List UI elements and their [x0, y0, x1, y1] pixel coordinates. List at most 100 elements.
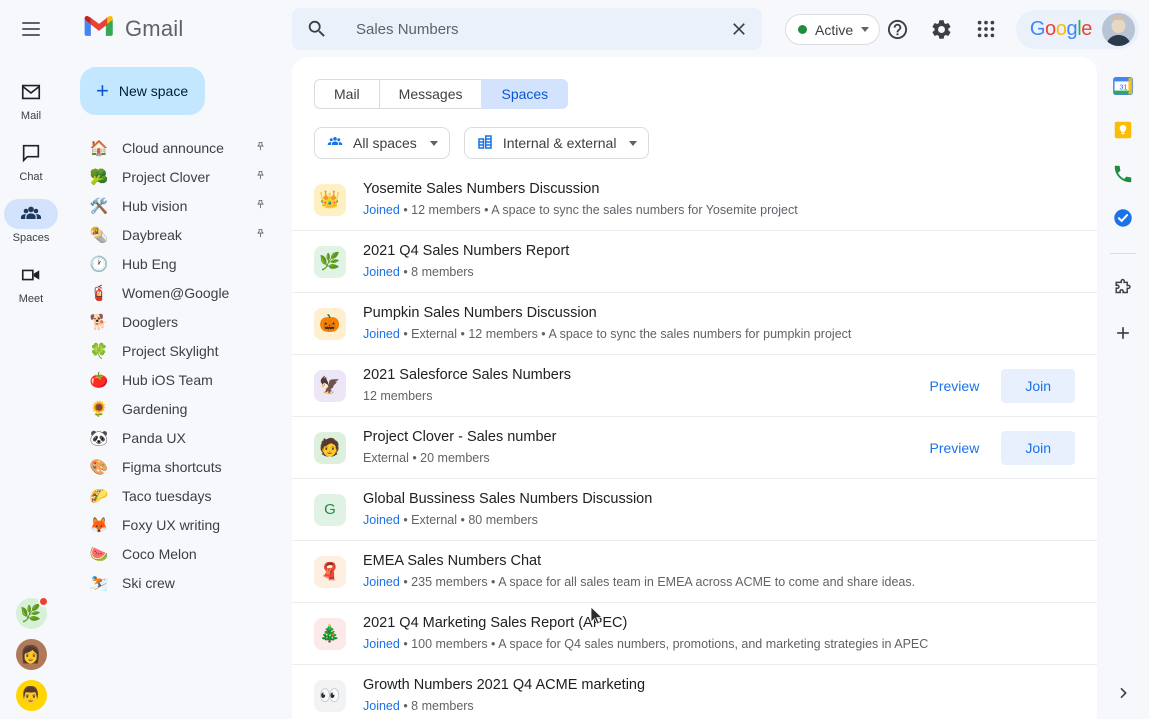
result-title: Project Clover - Sales number [363, 428, 920, 447]
sidebar-space-item[interactable]: 🕐 Hub Eng [62, 249, 292, 278]
sidebar-space-item[interactable]: 🐕Dooglers [62, 307, 292, 336]
space-emoji-icon: 🍉 [88, 545, 110, 563]
avatar-image: 👩 [16, 639, 47, 670]
chevron-down-icon [629, 141, 637, 146]
sidebar-space-item[interactable]: 🥦Project Clover [62, 162, 292, 191]
space-name-label: Hub Eng [122, 256, 176, 272]
google-account-pill[interactable]: Google [1016, 10, 1139, 49]
space-name-label: Project Clover [122, 169, 210, 185]
sidebar-space-item[interactable]: 🌮Taco tuesdays [62, 481, 292, 510]
rail-label: Meet [19, 293, 43, 305]
rail-avatar-list: 🌿 👩 👨 [0, 598, 62, 711]
gmail-brand[interactable]: Gmail [84, 15, 183, 43]
sidebar-space-item[interactable]: 🐼Panda UX [62, 423, 292, 452]
result-meta: Joined • 8 members [363, 697, 1075, 715]
pin-icon[interactable] [255, 140, 266, 156]
space-result-row[interactable]: 👀Growth Numbers 2021 Q4 ACME marketingJo… [292, 665, 1097, 719]
result-meta: Joined • External • 80 members [363, 511, 1075, 529]
sidebar-space-item[interactable]: 🦊Foxy UX writing [62, 510, 292, 539]
search-bar[interactable] [292, 8, 762, 50]
hamburger-menu-icon[interactable] [11, 9, 51, 49]
sidebar-item-chat[interactable]: Chat [2, 132, 60, 187]
space-avatar-icon: 🎃 [314, 308, 346, 340]
result-body: Growth Numbers 2021 Q4 ACME marketingJoi… [363, 676, 1075, 715]
join-button[interactable]: Join [1001, 369, 1075, 403]
avatar[interactable] [1102, 13, 1135, 46]
status-dot [798, 25, 807, 34]
space-result-row[interactable]: 🌿2021 Q4 Sales Numbers ReportJoined • 8 … [292, 231, 1097, 293]
sidebar-space-item[interactable]: 🛠️Hub vision [62, 191, 292, 220]
avatar[interactable]: 👨 [16, 680, 47, 711]
chat-bubble-icon [4, 138, 58, 168]
tab-mail[interactable]: Mail [314, 79, 379, 109]
sidebar-space-item[interactable]: ⛷️Ski crew [62, 568, 292, 597]
preview-button[interactable]: Preview [920, 372, 990, 400]
sidebar-item-spaces[interactable]: Spaces [2, 193, 60, 248]
filter-all-spaces[interactable]: All spaces [314, 127, 450, 159]
sidebar-item-meet[interactable]: Meet [2, 254, 60, 309]
sidebar-space-item[interactable]: 🌯Daybreak [62, 220, 292, 249]
rail-label: Chat [19, 171, 42, 183]
google-tasks-icon[interactable] [1110, 205, 1136, 231]
joined-label: Joined [363, 575, 400, 589]
divider [1110, 253, 1136, 254]
sidebar-space-item[interactable]: 🎨Figma shortcuts [62, 452, 292, 481]
result-meta: Joined • 235 members • A space for all s… [363, 573, 1075, 591]
space-result-row[interactable]: 👑Yosemite Sales Numbers DiscussionJoined… [292, 169, 1097, 231]
avatar[interactable]: 👩 [16, 639, 47, 670]
sidebar-space-item[interactable]: 🍅Hub iOS Team [62, 365, 292, 394]
rail-label: Mail [21, 110, 41, 122]
sidebar-space-item[interactable]: 🍀Project Skylight [62, 336, 292, 365]
sidebar-space-item[interactable]: 🧯Women@Google [62, 278, 292, 307]
space-result-row[interactable]: 🎄2021 Q4 Marketing Sales Report (APEC)Jo… [292, 603, 1097, 665]
result-meta-text: • 100 members • A space for Q4 sales num… [400, 637, 928, 651]
result-body: Yosemite Sales Numbers DiscussionJoined … [363, 180, 1075, 219]
gear-icon[interactable] [922, 9, 962, 49]
space-result-row[interactable]: GGlobal Bussiness Sales Numbers Discussi… [292, 479, 1097, 541]
status-chip-active[interactable]: Active [785, 14, 880, 45]
space-avatar-icon: 🧑 [314, 432, 346, 464]
expand-panel-button[interactable] [1107, 677, 1139, 709]
pin-icon[interactable] [255, 169, 266, 185]
puzzle-addon-icon[interactable] [1110, 276, 1136, 302]
result-body: Project Clover - Sales number External • … [363, 428, 920, 467]
help-icon[interactable] [878, 9, 918, 49]
filter-internal-external[interactable]: Internal & external [464, 127, 650, 159]
google-voice-icon[interactable] [1110, 161, 1136, 187]
space-result-row[interactable]: 🧑 Project Clover - Sales number External •… [292, 417, 1097, 479]
search-input[interactable] [354, 20, 724, 39]
join-button[interactable]: Join [1001, 431, 1075, 465]
space-result-row[interactable]: 🎃Pumpkin Sales Numbers DiscussionJoined … [292, 293, 1097, 355]
close-icon[interactable] [724, 14, 754, 44]
result-meta-text: External • 20 members [363, 451, 490, 465]
pin-icon[interactable] [255, 198, 266, 214]
tab-messages[interactable]: Messages [379, 79, 482, 109]
sidebar-item-mail[interactable]: Mail [2, 71, 60, 126]
space-result-row[interactable]: 🧣EMEA Sales Numbers ChatJoined • 235 mem… [292, 541, 1097, 603]
space-name-label: Dooglers [122, 314, 178, 330]
apps-grid-icon[interactable] [966, 9, 1006, 49]
google-calendar-icon[interactable]: 31 [1110, 73, 1136, 99]
avatar[interactable]: 🌿 [16, 598, 47, 629]
joined-label: Joined [363, 203, 400, 217]
google-keep-icon[interactable] [1110, 117, 1136, 143]
space-result-row[interactable]: 🦅2021 Salesforce Sales Numbers12 members… [292, 355, 1097, 417]
new-space-button[interactable]: + New space [80, 67, 205, 115]
mail-icon [4, 77, 58, 107]
result-body: EMEA Sales Numbers ChatJoined • 235 memb… [363, 552, 1075, 591]
sidebar-space-item[interactable]: 🌻Gardening [62, 394, 292, 423]
status-label: Active [815, 22, 853, 38]
spaces-people-icon [4, 199, 58, 229]
space-emoji-icon: 🎨 [88, 458, 110, 476]
plus-icon[interactable] [1110, 320, 1136, 346]
space-emoji-icon: 🕐 [88, 255, 110, 273]
result-title: Pumpkin Sales Numbers Discussion [363, 304, 1075, 323]
preview-button[interactable]: Preview [920, 434, 990, 462]
result-meta-text: • External • 80 members [400, 513, 538, 527]
sidebar-space-item[interactable]: 🏠Cloud announce [62, 133, 292, 162]
sidebar-space-item[interactable]: 🍉Coco Melon [62, 539, 292, 568]
building-icon [476, 133, 494, 154]
space-list: 🏠Cloud announce🥦Project Clover🛠️Hub visi… [62, 133, 292, 597]
pin-icon[interactable] [255, 227, 266, 243]
tab-spaces[interactable]: Spaces [481, 79, 568, 109]
